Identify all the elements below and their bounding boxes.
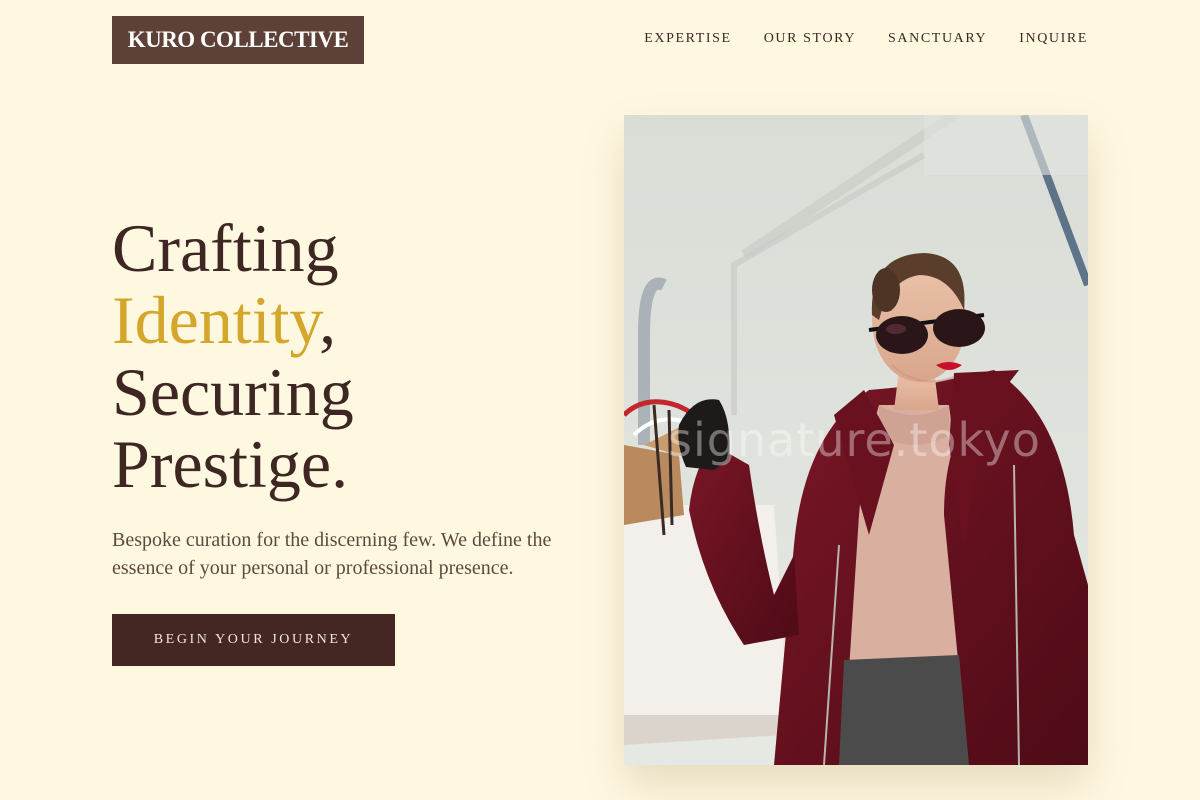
nav-link-our-story[interactable]: OUR STORY (764, 30, 856, 48)
headline-line-3: Securing (112, 354, 354, 430)
headline-accent-word: Identity (112, 282, 320, 358)
nav-link-inquire[interactable]: INQUIRE (1019, 30, 1088, 48)
main-nav: EXPERTISE OUR STORY SANCTUARY INQUIRE (644, 30, 1088, 48)
hero-tagline: Bespoke curation for the discerning few.… (112, 529, 552, 579)
brand-logo[interactable]: KURO COLLECTIVE (112, 16, 364, 64)
begin-journey-button[interactable]: BEGIN YOUR JOURNEY (112, 614, 395, 666)
headline-line-1: Crafting (112, 210, 339, 286)
nav-link-sanctuary[interactable]: SANCTUARY (888, 30, 987, 48)
landing-page: KURO COLLECTIVE EXPERTISE OUR STORY SANC… (0, 0, 1200, 800)
image-watermark: signature.tokyo (668, 413, 1041, 467)
headline-line-2: Identity, (112, 284, 354, 356)
headline-comma: , (319, 282, 337, 358)
hero-headline: Crafting Identity, Securing Prestige. (112, 212, 354, 500)
headline-line-4: Prestige. (112, 426, 349, 502)
hero-image: signature.tokyo (624, 115, 1088, 765)
nav-link-expertise[interactable]: EXPERTISE (644, 30, 731, 48)
